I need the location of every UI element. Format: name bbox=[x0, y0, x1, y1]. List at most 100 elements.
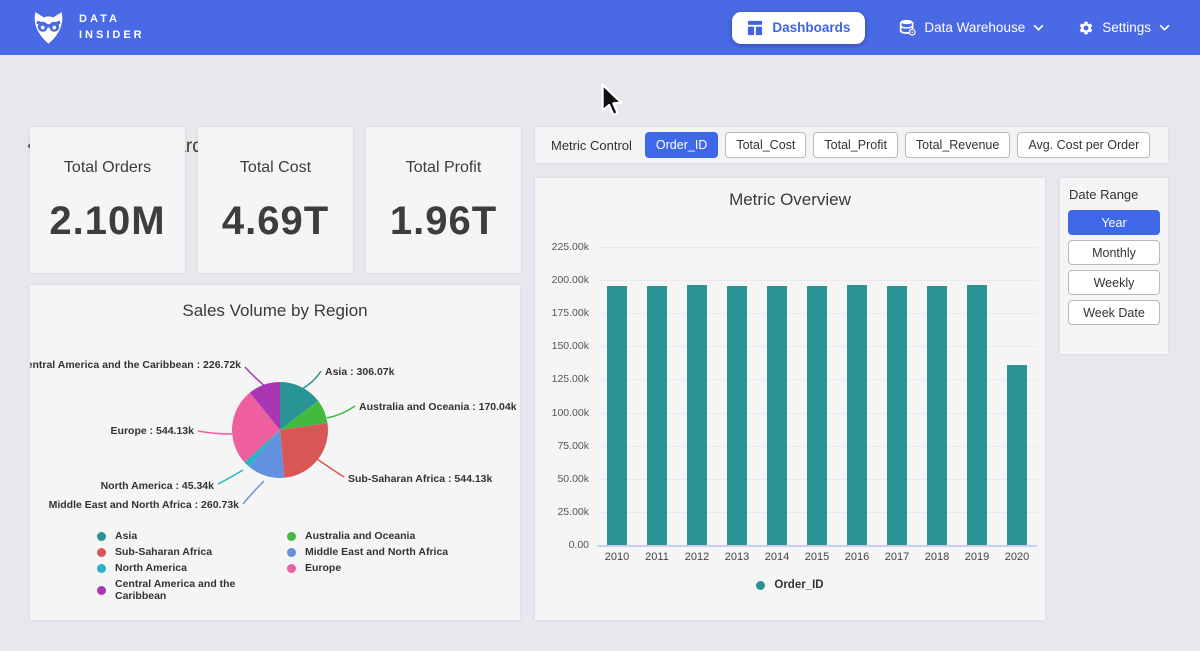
bar-chart[interactable]: 225.00k200.00k175.00k150.00k125.00k100.0… bbox=[535, 178, 1045, 620]
date-option-week-date[interactable]: Week Date bbox=[1068, 300, 1160, 325]
legend-label: Order_ID bbox=[774, 579, 823, 591]
kpi-card: Total Profit1.96T bbox=[366, 127, 521, 273]
settings-menu[interactable]: Settings bbox=[1078, 20, 1170, 36]
x-tick-label: 2011 bbox=[637, 551, 677, 563]
navbar-menu: Dashboards Data Warehouse bbox=[732, 12, 1170, 44]
x-tick-label: 2012 bbox=[677, 551, 717, 563]
y-tick-label: 0.00 bbox=[537, 539, 589, 551]
x-tick-label: 2015 bbox=[797, 551, 837, 563]
chevron-down-icon bbox=[1033, 24, 1044, 31]
legend-dot bbox=[756, 581, 765, 590]
metric-control-bar: Metric Control Order_ID Total_Cost Total_P… bbox=[535, 127, 1168, 163]
legend-item[interactable]: Asia bbox=[97, 530, 287, 542]
pie-leader-line bbox=[302, 371, 321, 389]
y-tick-label: 75.00k bbox=[537, 440, 589, 452]
date-option-year[interactable]: Year bbox=[1068, 210, 1160, 235]
date-range-label: Date Range bbox=[1069, 187, 1160, 202]
bar-2010[interactable] bbox=[607, 286, 627, 545]
y-tick-label: 125.00k bbox=[537, 373, 589, 385]
metric-option-avg-cost-per-order[interactable]: Avg. Cost per Order bbox=[1017, 132, 1150, 158]
brand-text: DATA INSIDER bbox=[79, 12, 145, 43]
pie-leader-line bbox=[198, 431, 232, 434]
kpi-card: Total Orders2.10M bbox=[30, 127, 185, 273]
y-tick-label: 200.00k bbox=[537, 274, 589, 286]
bar-2018[interactable] bbox=[927, 286, 947, 545]
x-tick-label: 2020 bbox=[997, 551, 1037, 563]
legend-label: Europe bbox=[305, 562, 341, 574]
x-tick-label: 2010 bbox=[597, 551, 637, 563]
y-tick-label: 225.00k bbox=[537, 241, 589, 253]
bar-2012[interactable] bbox=[687, 285, 707, 545]
x-tick-label: 2016 bbox=[837, 551, 877, 563]
kpi-card: Total Cost 4.69T bbox=[198, 127, 353, 273]
data-warehouse-menu[interactable]: Data Warehouse bbox=[899, 19, 1044, 36]
dashboard-grid-icon bbox=[747, 20, 763, 36]
bar-2019[interactable] bbox=[967, 285, 987, 545]
pie-leader-line bbox=[245, 367, 267, 388]
bar-2015[interactable] bbox=[807, 286, 827, 545]
pie-leader-line bbox=[218, 470, 243, 484]
x-axis-line bbox=[597, 545, 1037, 547]
date-range-options: Year Monthly Weekly Week Date bbox=[1068, 210, 1160, 325]
gridline bbox=[597, 247, 1037, 248]
bar-2016[interactable] bbox=[847, 285, 867, 545]
legend-item[interactable]: Australia and Oceania bbox=[287, 530, 448, 542]
kpi-value: 2.10M bbox=[30, 199, 185, 244]
legend-label: Asia bbox=[115, 530, 137, 542]
metric-option-total-cost[interactable]: Total_Cost bbox=[725, 132, 806, 158]
pie-label: North America : 45.34k bbox=[101, 480, 215, 492]
metric-option-order-id[interactable]: Order_ID bbox=[645, 132, 718, 158]
pie-chart-card: Sales Volume by Region Asia : 306.07kAus… bbox=[30, 285, 520, 620]
metric-option-total-profit[interactable]: Total_Profit bbox=[813, 132, 898, 158]
date-option-weekly[interactable]: Weekly bbox=[1068, 270, 1160, 295]
legend-item[interactable]: Europe bbox=[287, 562, 448, 574]
x-tick-label: 2017 bbox=[877, 551, 917, 563]
legend-label: Middle East and North Africa bbox=[305, 546, 448, 558]
data-warehouse-label: Data Warehouse bbox=[924, 20, 1025, 35]
kpi-value: 4.69T bbox=[198, 199, 353, 244]
brand[interactable]: DATA INSIDER bbox=[30, 10, 145, 45]
legend-item[interactable]: Middle East and North Africa bbox=[287, 546, 448, 558]
pie-legend: Asia Australia and Oceania Sub-Saharan Afr… bbox=[97, 530, 448, 602]
legend-dot bbox=[97, 532, 106, 541]
navbar: DATA INSIDER Dashboards bbox=[0, 0, 1200, 55]
legend-label: Sub-Saharan Africa bbox=[115, 546, 212, 558]
date-option-monthly[interactable]: Monthly bbox=[1068, 240, 1160, 265]
legend-item[interactable]: Central America and the Caribbean bbox=[97, 578, 287, 602]
pie-label: Middle East and North Africa : 260.73k bbox=[49, 499, 240, 511]
gridline bbox=[597, 280, 1037, 281]
legend-dot bbox=[287, 548, 296, 557]
kpi-cards-row: Total Orders2.10M Total Cost 4.69T Total Pr… bbox=[30, 127, 521, 273]
gear-icon bbox=[1078, 20, 1094, 36]
bar-2011[interactable] bbox=[647, 286, 667, 545]
kpi-label: Total Cost bbox=[198, 159, 353, 177]
metric-control-label: Metric Control bbox=[551, 138, 632, 153]
legend-label: Australia and Oceania bbox=[305, 530, 415, 542]
metric-option-total-revenue[interactable]: Total_Revenue bbox=[905, 132, 1010, 158]
bar-2020[interactable] bbox=[1007, 365, 1027, 545]
legend-item[interactable]: North America bbox=[97, 562, 287, 574]
legend-label: North America bbox=[115, 562, 187, 574]
legend-dot bbox=[97, 586, 106, 595]
dashboards-label: Dashboards bbox=[772, 20, 850, 35]
bar-2014[interactable] bbox=[767, 286, 787, 545]
pie-slice-sub-saharan-africa[interactable] bbox=[280, 423, 328, 478]
dashboards-button[interactable]: Dashboards bbox=[732, 12, 865, 44]
bar-legend-item[interactable]: Order_ID bbox=[756, 579, 823, 591]
x-tick-label: 2018 bbox=[917, 551, 957, 563]
kpi-label: Total Profit bbox=[366, 159, 521, 177]
brand-line-1: DATA bbox=[79, 12, 145, 27]
y-tick-label: 150.00k bbox=[537, 340, 589, 352]
bar-2013[interactable] bbox=[727, 286, 747, 545]
legend-item[interactable]: Sub-Saharan Africa bbox=[97, 546, 287, 558]
legend-dot bbox=[97, 548, 106, 557]
x-tick-label: 2014 bbox=[757, 551, 797, 563]
bar-chart-legend: Order_ID bbox=[535, 579, 1045, 591]
owl-logo-icon bbox=[30, 10, 67, 45]
pie-label: Europe : 544.13k bbox=[111, 425, 195, 437]
bar-2017[interactable] bbox=[887, 286, 907, 545]
pie-leader-line bbox=[243, 481, 264, 504]
brand-line-2: INSIDER bbox=[79, 28, 145, 43]
legend-label: Central America and the Caribbean bbox=[115, 578, 287, 602]
legend-dot bbox=[287, 532, 296, 541]
